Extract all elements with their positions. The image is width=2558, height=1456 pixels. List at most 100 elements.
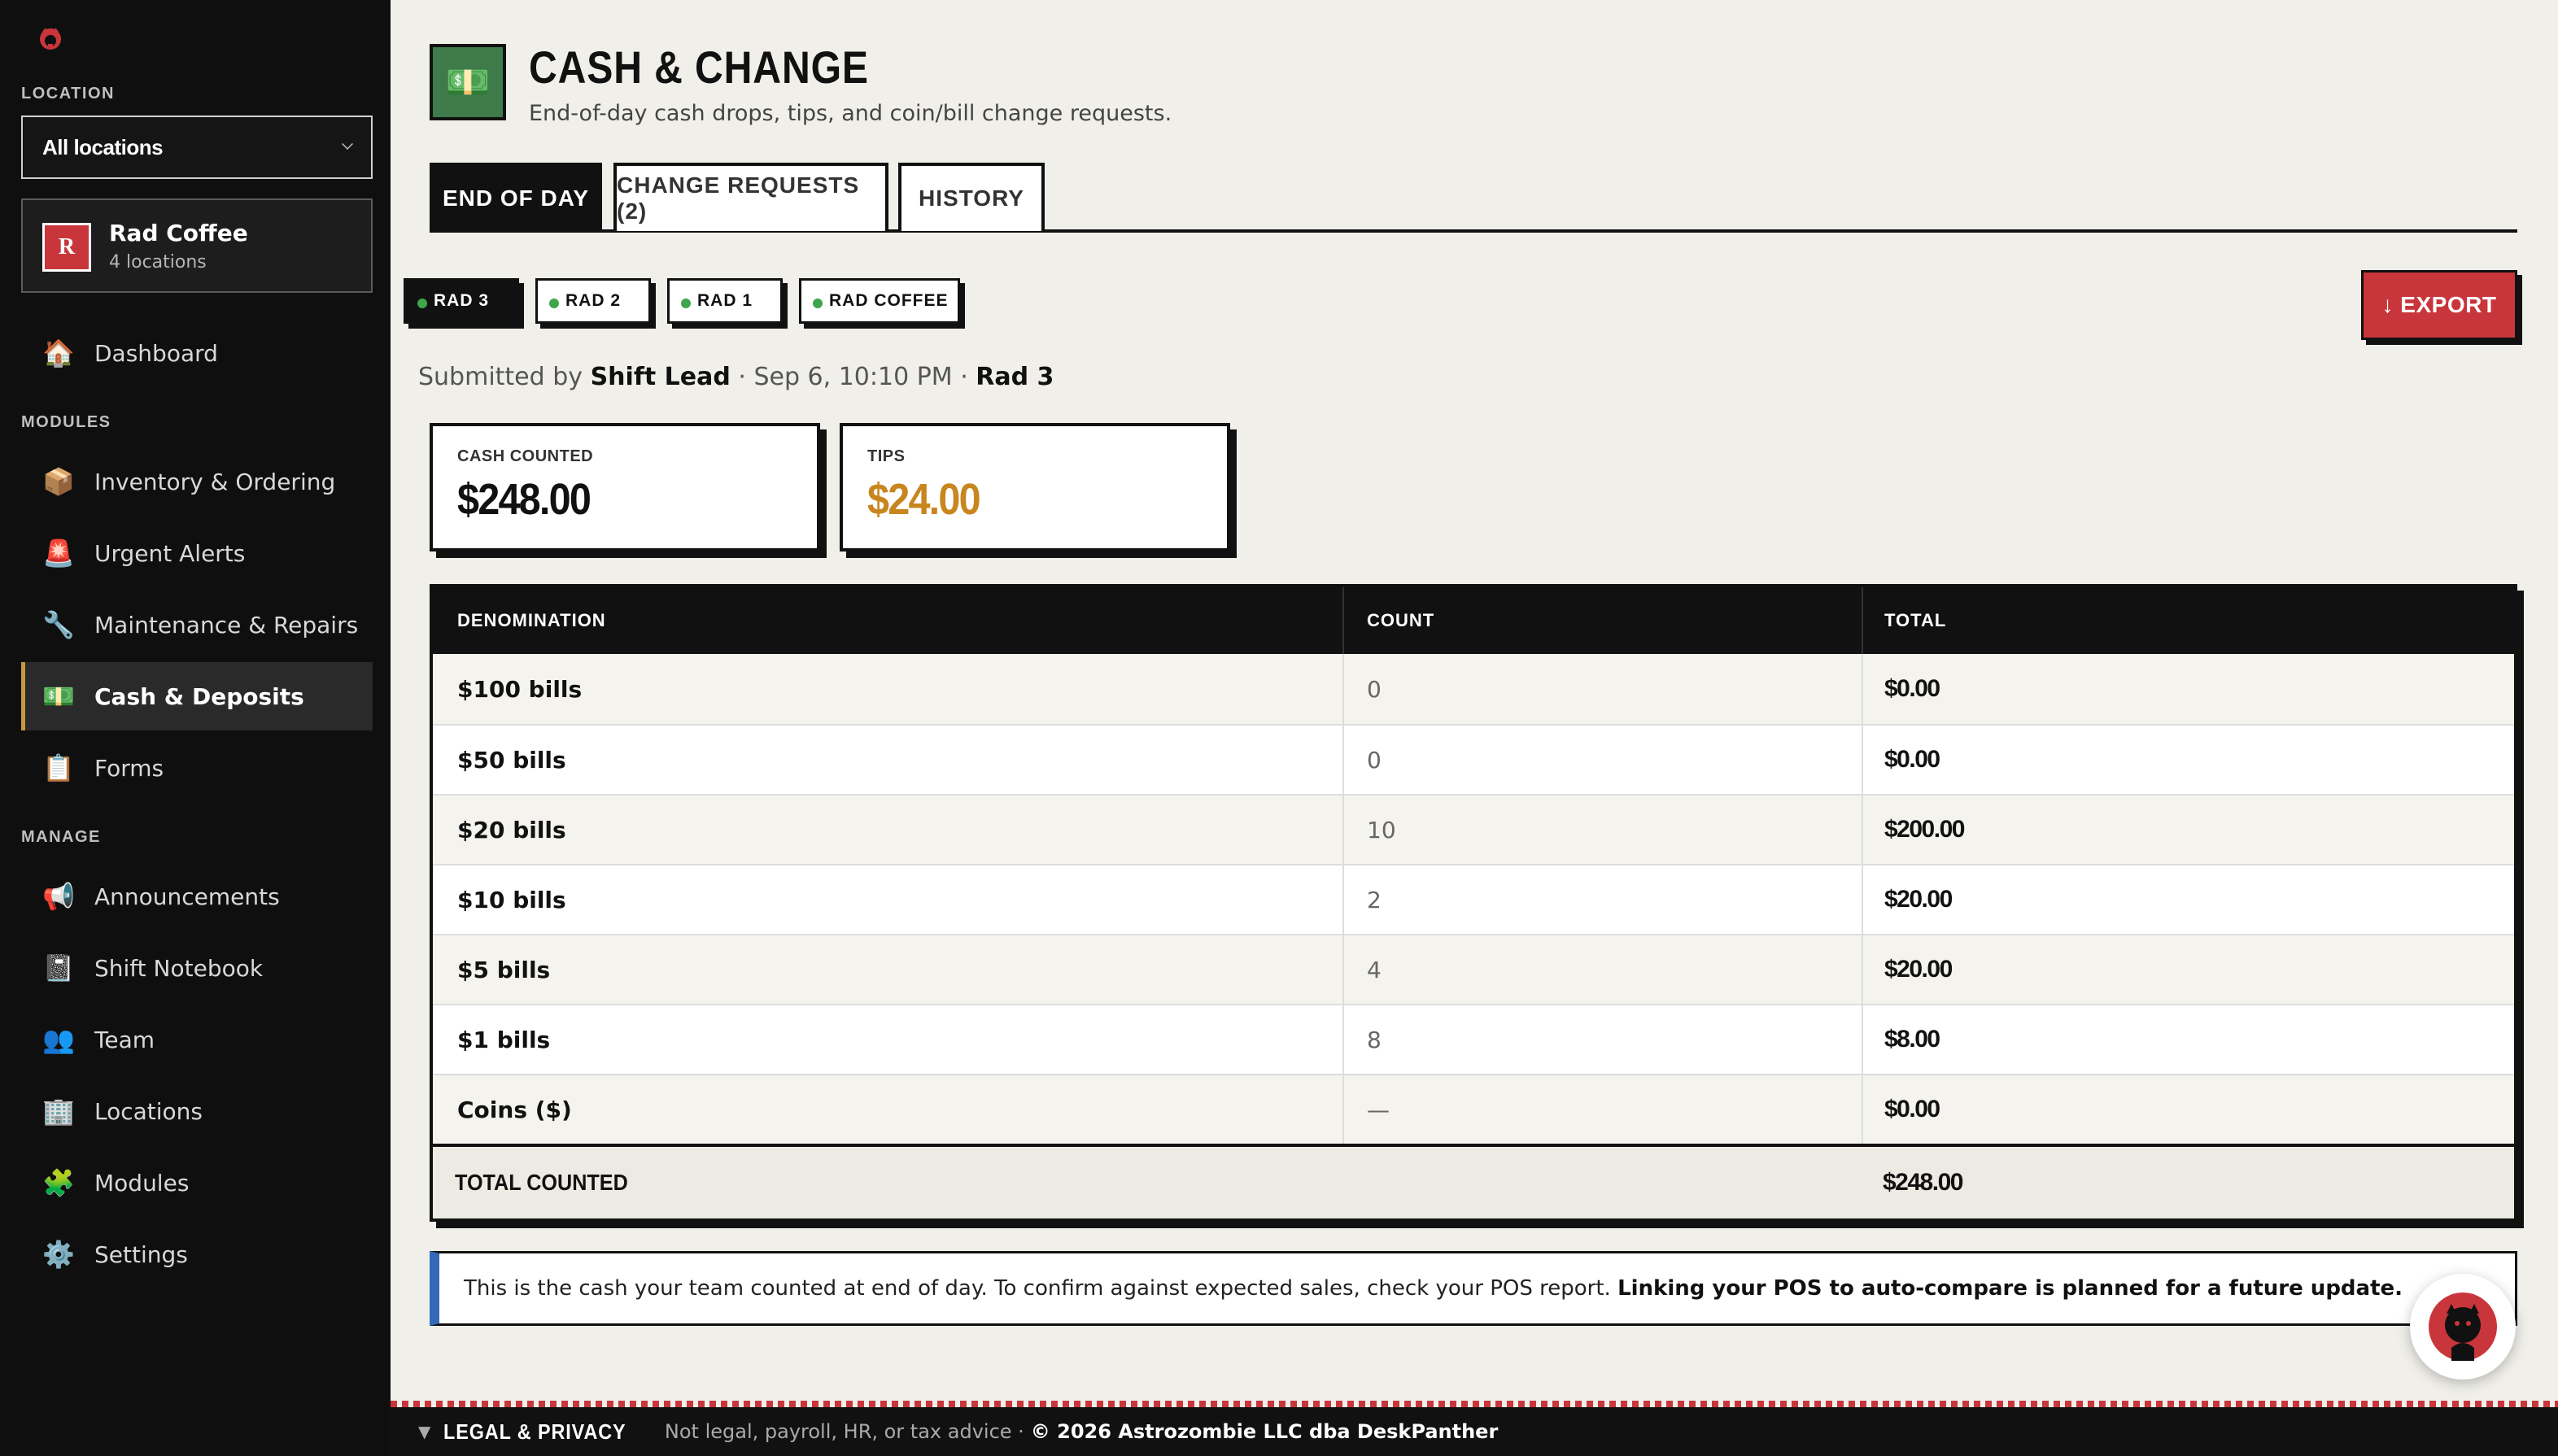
location-section-label: LOCATION <box>21 85 115 102</box>
gear-icon: ⚙️ <box>42 1239 75 1270</box>
total-count-cell <box>1342 1147 1862 1218</box>
siren-icon: 🚨 <box>42 538 75 569</box>
count-cell: 8 <box>1342 1005 1862 1074</box>
denomination-table: DENOMINATION COUNT TOTAL $100 bills 0 $0… <box>430 584 2517 1222</box>
page-title: CASH & CHANGE <box>529 41 869 93</box>
table-row: $20 bills 10 $200.00 <box>433 794 2514 864</box>
status-dot-icon <box>417 299 427 308</box>
sidebar-item-cash-deposits[interactable]: 💵 Cash & Deposits <box>21 662 373 730</box>
sidebar-item-dashboard[interactable]: 🏠 Dashboard <box>21 319 373 387</box>
cash-counted-label: CASH COUNTED <box>457 447 594 465</box>
tab-change-requests[interactable]: CHANGE REQUESTS (2) <box>613 163 888 231</box>
denomination-cell: $50 bills <box>457 746 566 774</box>
sidebar-item-urgent-alerts[interactable]: 🚨 Urgent Alerts <box>21 519 373 587</box>
column-header-denomination: DENOMINATION <box>457 610 606 630</box>
denomination-cell: $20 bills <box>457 816 566 844</box>
location-chip-label: RAD COFFEE <box>829 291 949 310</box>
sidebar: LOCATION All locations R Rad Coffee 4 lo… <box>0 0 391 1456</box>
count-cell: — <box>1342 1075 1862 1144</box>
sidebar-item-label: Locations <box>94 1097 203 1125</box>
submitted-by-prefix: Submitted by <box>418 363 583 391</box>
total-cell: $0.00 <box>1862 1075 2514 1144</box>
cash-page-icon: 💵 <box>430 44 506 120</box>
table-header: DENOMINATION COUNT TOTAL <box>433 587 2514 654</box>
sidebar-item-shift-notebook[interactable]: 📓 Shift Notebook <box>21 934 373 1002</box>
tab-end-of-day[interactable]: END OF DAY <box>430 163 602 231</box>
footer: ▼ LEGAL & PRIVACY Not legal, payroll, HR… <box>391 1407 2558 1456</box>
location-chip-rad-1[interactable]: RAD 1 <box>667 278 783 324</box>
legal-privacy-link[interactable]: LEGAL & PRIVACY <box>443 1419 626 1445</box>
tips-value: $24.00 <box>867 475 981 524</box>
wrench-icon: 🔧 <box>42 609 75 640</box>
submitted-by-name: Shift Lead <box>590 363 731 391</box>
sidebar-item-locations[interactable]: 🏢 Locations <box>21 1077 373 1145</box>
submission-info: Submitted by Shift Lead · Sep 6, 10:10 P… <box>418 363 1054 391</box>
org-switcher[interactable]: R Rad Coffee 4 locations <box>21 198 373 293</box>
sidebar-item-announcements[interactable]: 📢 Announcements <box>21 862 373 931</box>
package-icon: 📦 <box>42 466 75 497</box>
org-location-count: 4 locations <box>109 252 207 272</box>
count-cell: 10 <box>1342 796 1862 864</box>
sidebar-item-label: Shift Notebook <box>94 954 264 982</box>
sidebar-item-maintenance[interactable]: 🔧 Maintenance & Repairs <box>21 591 373 659</box>
note-text: This is the cash your team counted at en… <box>464 1276 1611 1301</box>
table-row: Coins ($) — $0.00 <box>433 1074 2514 1144</box>
tab-bar: END OF DAY CHANGE REQUESTS (2) HISTORY <box>430 163 2517 233</box>
caret-down-icon[interactable]: ▼ <box>418 1422 430 1441</box>
location-chip-label: RAD 1 <box>697 291 753 310</box>
denomination-cell: Coins ($) <box>457 1096 572 1123</box>
panther-logo-icon[interactable] <box>36 24 65 54</box>
count-cell: 0 <box>1342 654 1862 724</box>
location-chip-label: RAD 3 <box>434 291 490 310</box>
sidebar-item-settings[interactable]: ⚙️ Settings <box>21 1220 373 1288</box>
location-chip-rad-coffee[interactable]: RAD COFFEE <box>799 278 960 324</box>
column-header-total: TOTAL <box>1862 587 2514 654</box>
sidebar-item-label: Announcements <box>94 883 280 910</box>
total-counted-value: $248.00 <box>1883 1169 1963 1196</box>
table-total-row: TOTAL COUNTED $248.00 <box>433 1144 2514 1218</box>
submitted-location: Rad 3 <box>976 363 1054 391</box>
total-cell: $20.00 <box>1862 935 2514 1004</box>
total-counted-label: TOTAL COUNTED <box>455 1170 628 1195</box>
sidebar-item-modules[interactable]: 🧩 Modules <box>21 1149 373 1217</box>
export-button[interactable]: ↓ EXPORT <box>2361 270 2517 340</box>
sidebar-item-label: Inventory & Ordering <box>94 468 336 495</box>
footer-divider <box>391 1401 2558 1407</box>
location-select[interactable]: All locations <box>21 116 373 179</box>
table-body: $100 bills 0 $0.00 $50 bills 0 $0.00 $20… <box>433 654 2514 1144</box>
total-cell: $200.00 <box>1862 796 2514 864</box>
sidebar-item-inventory[interactable]: 📦 Inventory & Ordering <box>21 447 373 516</box>
column-header-count: COUNT <box>1342 587 1862 654</box>
org-name: Rad Coffee <box>109 220 248 246</box>
table-row: $50 bills 0 $0.00 <box>433 724 2514 794</box>
sidebar-item-forms[interactable]: 📋 Forms <box>21 734 373 802</box>
notebook-icon: 📓 <box>42 953 75 983</box>
table-row: $1 bills 8 $8.00 <box>433 1004 2514 1074</box>
table-row: $100 bills 0 $0.00 <box>433 654 2514 724</box>
manage-section-label: MANAGE <box>21 828 101 846</box>
tips-card: TIPS $24.00 <box>840 423 1230 551</box>
sidebar-item-label: Modules <box>94 1169 190 1197</box>
submitted-timestamp: · Sep 6, 10:10 PM · <box>738 363 968 391</box>
building-icon: 🏢 <box>42 1096 75 1127</box>
panther-mascot-icon <box>2429 1293 2497 1361</box>
assistant-chat-button[interactable] <box>2410 1274 2516 1380</box>
sidebar-item-label: Maintenance & Repairs <box>94 611 359 639</box>
people-icon: 👥 <box>42 1024 75 1055</box>
sidebar-item-label: Dashboard <box>94 339 218 367</box>
tab-history[interactable]: HISTORY <box>898 163 1045 231</box>
location-chip-rad-2[interactable]: RAD 2 <box>535 278 651 324</box>
sidebar-item-label: Team <box>94 1026 155 1053</box>
location-select-value: All locations <box>42 134 164 159</box>
location-chip-rad-3[interactable]: RAD 3 <box>404 278 519 324</box>
sidebar-item-label: Urgent Alerts <box>94 539 246 567</box>
org-avatar: R <box>42 223 91 272</box>
sidebar-item-team[interactable]: 👥 Team <box>21 1005 373 1074</box>
house-icon: 🏠 <box>42 338 75 368</box>
sidebar-item-label: Cash & Deposits <box>94 682 304 710</box>
count-cell: 2 <box>1342 865 1862 934</box>
sidebar-item-label: Forms <box>94 754 164 782</box>
table-row: $5 bills 4 $20.00 <box>433 934 2514 1004</box>
dollar-bill-icon: 💵 <box>42 681 75 712</box>
puzzle-icon: 🧩 <box>42 1167 75 1198</box>
